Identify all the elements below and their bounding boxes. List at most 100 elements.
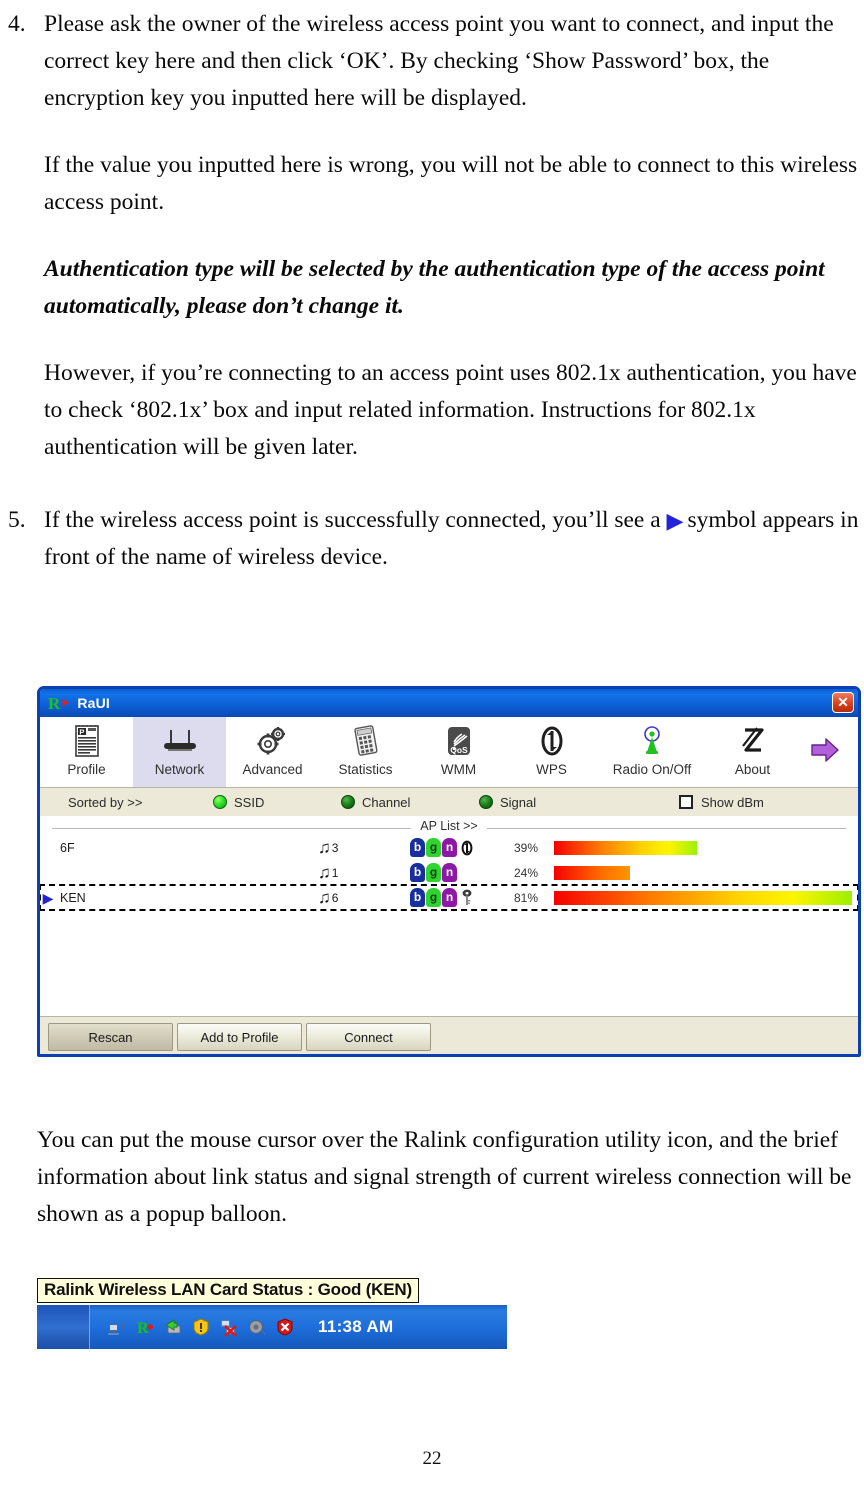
gears-icon xyxy=(254,721,292,761)
document-body: 4. Please ask the owner of the wireless … xyxy=(0,0,864,576)
tab-about-label: About xyxy=(734,762,771,777)
purple-right-arrow-icon xyxy=(809,736,841,769)
wps-icon xyxy=(458,838,475,857)
ralink-r-icon[interactable]: R xyxy=(134,1316,156,1338)
tab-statistics-label: Statistics xyxy=(338,762,393,777)
tab-network-label: Network xyxy=(154,762,205,777)
show-dbm-checkbox[interactable]: Show dBm xyxy=(679,795,764,810)
tray-icon-group: R 11:38 AM xyxy=(90,1305,393,1349)
tab-profile-label: Profile xyxy=(67,762,106,777)
step-4-paragraph-1: Please ask the owner of the wireless acc… xyxy=(44,11,834,111)
badge-g-icon: g xyxy=(426,838,441,857)
calculator-icon xyxy=(350,721,382,761)
tab-statistics[interactable]: Statistics xyxy=(319,717,412,787)
volume-icon[interactable] xyxy=(246,1316,268,1338)
logo-letter: R xyxy=(48,693,61,713)
radio-channel-icon xyxy=(341,795,355,809)
row-signal-bar-area xyxy=(554,890,858,905)
table-row[interactable]: ▶ KEN ♫ 6 b g n 81% xyxy=(40,884,858,911)
table-row[interactable]: ♫ 1 b g n 24% xyxy=(40,860,858,885)
row-channel: ♫ 6 xyxy=(318,888,410,908)
step-4-paragraph-4: However, if you’re connecting to an acce… xyxy=(44,360,857,460)
add-to-profile-button[interactable]: Add to Profile xyxy=(177,1023,302,1051)
row-channel-number: 1 xyxy=(331,865,339,880)
tab-wmm[interactable]: QoS WMM xyxy=(412,717,505,787)
security-alert-icon[interactable] xyxy=(274,1316,296,1338)
tray-tooltip: Ralink Wireless LAN Card Status : Good (… xyxy=(37,1278,419,1303)
row-signal-percent: 24% xyxy=(513,865,539,880)
sort-option-channel-label: Channel xyxy=(362,794,411,810)
signal-strength-bar xyxy=(554,890,852,905)
show-dbm-label: Show dBm xyxy=(701,794,764,810)
badge-b-icon: b xyxy=(410,888,425,907)
raui-button-bar: Rescan Add to Profile Connect xyxy=(40,1016,858,1054)
badge-n-icon: n xyxy=(442,888,457,907)
sort-option-ssid-label: SSID xyxy=(234,794,265,810)
badge-b-icon: b xyxy=(410,863,425,882)
svg-text:QoS: QoS xyxy=(450,745,468,755)
rescan-button[interactable]: Rescan xyxy=(48,1023,173,1051)
connect-button[interactable]: Connect xyxy=(306,1023,431,1051)
step-5-number: 5. xyxy=(8,507,26,533)
tray-paragraph: You can put the mouse cursor over the Ra… xyxy=(37,1127,852,1227)
row-mode-badges: b g n xyxy=(410,838,498,857)
step-4-number: 4. xyxy=(8,11,26,37)
wireless-network-icon[interactable] xyxy=(106,1316,128,1338)
key-icon xyxy=(458,888,475,907)
signal-strength-bar xyxy=(554,865,630,880)
row-signal-percent: 39% xyxy=(513,840,539,855)
tab-about[interactable]: About xyxy=(706,717,799,787)
row-ssid: KEN xyxy=(60,890,86,905)
tab-advanced[interactable]: Advanced xyxy=(226,717,319,787)
table-row[interactable]: 6F ♫ 3 b g n 39% xyxy=(40,835,858,860)
safely-remove-hardware-icon[interactable] xyxy=(162,1316,184,1338)
sort-option-channel[interactable]: Channel xyxy=(341,795,479,810)
ralink-z-icon xyxy=(737,721,769,761)
taskbar-clock[interactable]: 11:38 AM xyxy=(318,1317,393,1337)
signal-wave-icon: ♫ xyxy=(318,862,331,882)
badge-n-icon: n xyxy=(442,863,457,882)
tab-wmm-label: WMM xyxy=(440,762,477,777)
row-signal-bar-area xyxy=(554,865,858,880)
row-channel-number: 6 xyxy=(331,890,339,905)
close-button[interactable]: ✕ xyxy=(832,692,854,713)
sort-bar: Sorted by >> SSID Channel Signal Show dB… xyxy=(40,788,858,816)
radio-signal-icon xyxy=(479,795,493,809)
empty-slot xyxy=(458,863,475,882)
badge-g-icon: g xyxy=(426,888,441,907)
svg-text:R: R xyxy=(137,1320,149,1337)
warning-shield-icon[interactable] xyxy=(190,1316,212,1338)
ap-list-header-label: AP List >> xyxy=(411,818,487,833)
ap-list-panel: AP List >> 6F ♫ 3 b g n 39% ♫ 1 b g n 24… xyxy=(40,816,858,1016)
tab-radio-on-off[interactable]: Radio On/Off xyxy=(598,717,706,787)
tab-profile[interactable]: P Profile xyxy=(40,717,133,787)
svg-text:P: P xyxy=(79,727,84,736)
profile-document-icon: P xyxy=(73,721,101,761)
tab-wps-label: WPS xyxy=(536,762,567,777)
step-4-paragraph-2: If the value you inputted here is wrong,… xyxy=(44,152,858,215)
tab-radio-on-off-label: Radio On/Off xyxy=(612,762,692,777)
expand-toolbar-button[interactable] xyxy=(799,717,851,787)
ap-list-header: AP List >> xyxy=(40,816,858,835)
system-tray-block: Ralink Wireless LAN Card Status : Good (… xyxy=(37,1278,507,1349)
signal-strength-bar xyxy=(554,840,697,855)
sort-option-ssid[interactable]: SSID xyxy=(213,795,341,810)
row-connected-indicator: ▶ xyxy=(42,889,54,906)
step-5-text-before-icon: If the wireless access point is successf… xyxy=(44,507,667,533)
step-4-emphasis-note: Authentication type will be selected by … xyxy=(44,256,825,319)
wps-circle-arrows-icon xyxy=(537,721,567,761)
network-disconnected-icon[interactable] xyxy=(218,1316,240,1338)
row-channel: ♫ 3 xyxy=(318,838,410,858)
row-mode-badges: b g n xyxy=(410,888,498,907)
tab-wps[interactable]: WPS xyxy=(505,717,598,787)
tab-network[interactable]: Network xyxy=(133,717,226,787)
sort-option-signal[interactable]: Signal xyxy=(479,795,679,810)
ap-list-empty-area xyxy=(40,910,858,1010)
raui-titlebar: R‣ RaUI ✕ xyxy=(40,689,858,717)
signal-wave-icon: ♫ xyxy=(318,887,331,907)
ralink-logo-icon: R‣ xyxy=(48,693,71,713)
tab-advanced-label: Advanced xyxy=(242,762,303,777)
router-icon xyxy=(158,721,202,761)
